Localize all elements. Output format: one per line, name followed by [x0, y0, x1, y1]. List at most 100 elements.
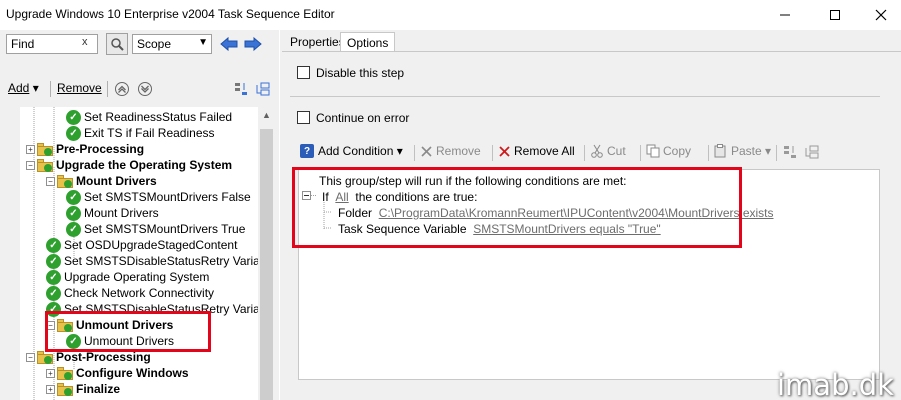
chevron-down-icon: ▼ [198, 37, 208, 48]
close-button[interactable] [858, 0, 901, 30]
sort-icon [784, 146, 796, 158]
add-condition-label: Add Condition [318, 144, 394, 158]
condition-toolbar: ? Add Condition ▾ Remove Remove All Cut [298, 140, 880, 164]
cut-button[interactable]: Cut [590, 144, 626, 158]
tree-group[interactable]: + Pre-Processing [26, 141, 144, 157]
window-title: Upgrade Windows 10 Enterprise v2004 Task… [6, 7, 335, 21]
minimize-button[interactable] [762, 0, 808, 30]
divider [290, 96, 880, 97]
check-icon: ✓ [46, 237, 61, 253]
remove-button[interactable]: Remove [57, 81, 102, 95]
find-button[interactable] [106, 33, 128, 55]
tree-scrollbar[interactable]: ▲ [258, 107, 275, 400]
paste-button[interactable]: Paste ▾ [714, 144, 771, 158]
find-previous-button[interactable] [218, 33, 240, 55]
toolbar-separator [50, 81, 51, 97]
tree-group[interactable]: + Configure Windows [46, 365, 189, 381]
tree-item-label: Mount Drivers [76, 174, 157, 188]
sort-button[interactable] [232, 80, 250, 98]
paste-icon [714, 144, 726, 158]
remove-all-button[interactable]: Remove All [498, 144, 575, 158]
cond-group-button[interactable] [804, 144, 820, 160]
maximize-button[interactable] [812, 0, 858, 30]
tree-toolbar: Add ▾ Remove [0, 78, 279, 100]
tree-item-label: Check Network Connectivity [64, 286, 215, 300]
check-icon: ✓ [46, 285, 61, 301]
find-next-button[interactable] [242, 33, 264, 55]
arrow-right-icon [244, 36, 262, 52]
folder-check-icon [37, 158, 53, 172]
highlight-box-conditions [292, 167, 742, 248]
tree-item-label: Upgrade Operating System [64, 270, 210, 284]
find-clear-button[interactable]: x [82, 36, 88, 48]
add-condition-icon: ? [300, 144, 314, 158]
folder-check-icon [57, 174, 73, 188]
folder-check-icon [37, 350, 53, 364]
title-bar: Upgrade Windows 10 Enterprise v2004 Task… [0, 0, 901, 30]
search-icon [111, 38, 124, 51]
tree-step[interactable]: ✓ Set SMSTSMountDrivers False [66, 189, 251, 205]
tab-options[interactable]: Options [340, 32, 396, 52]
collapse-icon[interactable]: − [26, 160, 35, 170]
tree-group[interactable]: − Upgrade the Operating System [26, 157, 232, 173]
check-icon: ✓ [66, 205, 81, 221]
remove-condition-button[interactable]: Remove [420, 144, 481, 158]
tree-step[interactable]: ✓ Mount Drivers [66, 205, 159, 221]
add-condition-button[interactable]: ? Add Condition ▾ [300, 144, 403, 158]
tree-step[interactable]: ✓ Set SMSTSMountDrivers True [66, 221, 245, 237]
tree-step[interactable]: ✓ Set SMSTSDisableStatusRetry Varia [46, 253, 258, 269]
scroll-up-icon[interactable]: ▲ [262, 110, 271, 120]
watermark: imab.dk [777, 368, 894, 400]
scroll-thumb[interactable] [260, 129, 273, 400]
remove-all-icon [499, 145, 510, 157]
expand-icon[interactable]: + [46, 384, 55, 394]
tree-step[interactable]: ✓ Exit TS if Fail Readiness [66, 125, 215, 141]
tree-item-label: Exit TS if Fail Readiness [84, 126, 215, 140]
find-input-value: Find [11, 37, 35, 51]
move-up-icon [115, 82, 129, 96]
toolbar-separator [708, 145, 709, 161]
check-icon: ✓ [66, 125, 81, 141]
tree-step[interactable]: ✓ Upgrade Operating System [46, 269, 209, 285]
disable-step-label: Disable this step [316, 66, 405, 80]
collapse-icon[interactable]: − [46, 176, 55, 186]
highlight-box-unmount-drivers [45, 311, 211, 352]
group-button[interactable] [254, 80, 272, 98]
tree-item-label: Set SMSTSMountDrivers True [84, 222, 246, 236]
continue-on-error-label: Continue on error [316, 111, 410, 125]
continue-on-error-checkbox[interactable] [297, 111, 310, 124]
tree-item-label: Mount Drivers [84, 206, 159, 220]
scope-select[interactable]: Scope ▼ [132, 34, 212, 54]
tree-step[interactable]: ✓ Check Network Connectivity [46, 285, 214, 301]
collapse-icon[interactable]: − [26, 352, 35, 362]
tree-group[interactable]: + Finalize [46, 381, 120, 397]
toolbar-separator [414, 145, 415, 161]
scope-select-value: Scope [137, 37, 172, 51]
copy-button[interactable]: Copy [646, 144, 691, 158]
expand-icon[interactable]: + [46, 368, 55, 378]
disable-step-checkbox[interactable] [297, 66, 310, 79]
scissors-icon [591, 144, 603, 158]
move-up-button[interactable] [113, 80, 131, 98]
remove-condition-label: Remove [436, 144, 481, 158]
check-icon: ✓ [66, 221, 81, 237]
move-down-button[interactable] [136, 80, 154, 98]
tree-group[interactable]: − Mount Drivers [46, 173, 157, 189]
add-label: Add [8, 81, 30, 95]
maximize-icon [830, 10, 840, 20]
cond-sort-button[interactable] [782, 144, 798, 160]
folder-check-icon [37, 142, 53, 156]
check-icon: ✓ [66, 109, 81, 125]
tree-item-label: Set OSDUpgradeStagedContent [64, 238, 238, 252]
add-menu-button[interactable]: Add ▾ [8, 81, 39, 95]
expand-icon[interactable]: + [26, 144, 35, 154]
tree-step[interactable]: ✓ Set OSDUpgradeStagedContent [46, 237, 237, 253]
tree-item-label: Set ReadinessStatus Failed [84, 110, 233, 124]
toolbar-separator [776, 145, 777, 161]
close-icon [875, 9, 887, 21]
toolbar-separator [640, 145, 641, 161]
task-sequence-tree[interactable]: ✓ Set ReadinessStatus Failed ✓ Exit TS if F… [20, 107, 258, 400]
copy-icon [646, 144, 660, 158]
tree-step[interactable]: ✓ Set ReadinessStatus Failed [66, 109, 232, 125]
tree-item-label: Set SMSTSDisableStatusRetry Varia [64, 254, 258, 268]
